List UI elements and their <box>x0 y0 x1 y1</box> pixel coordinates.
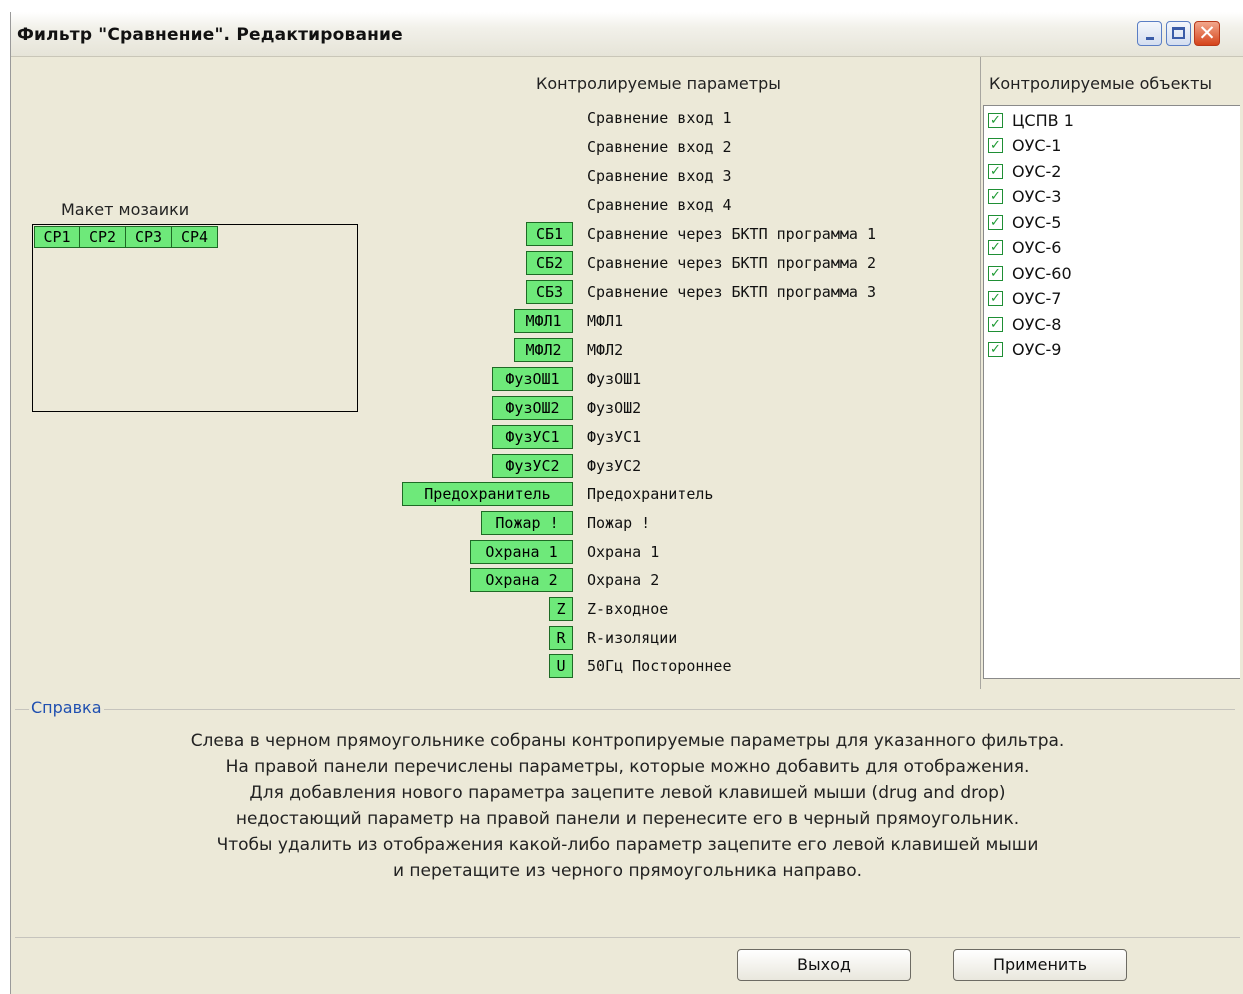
checkbox-checked-icon[interactable]: ✓ <box>988 291 1003 306</box>
apply-button[interactable]: Применить <box>953 949 1127 981</box>
help-line: Для добавления нового параметра зацепите… <box>249 783 1006 803</box>
maximize-icon <box>1172 27 1185 39</box>
param-label: Охрана 2 <box>587 571 660 589</box>
param-tag[interactable]: Предохранитель <box>402 482 573 506</box>
param-label: ФузУС1 <box>587 428 642 446</box>
param-label: Сравнение через БКТП программа 1 <box>587 225 876 243</box>
param-label: ФузУС2 <box>587 457 642 475</box>
mosaic-cell[interactable]: СР2 <box>79 226 126 248</box>
param-tag[interactable]: Z <box>549 597 573 621</box>
param-tag[interactable]: СБ3 <box>526 280 573 304</box>
param-label: Предохранитель <box>587 485 714 503</box>
help-line: и перетащите из черного прямоугольника н… <box>392 861 863 881</box>
param-tag[interactable]: Охрана 2 <box>470 568 573 592</box>
help-line: На правой панели перечислены параметры, … <box>225 757 1030 777</box>
help-line: недостающий параметр на правой панели и … <box>235 809 1020 829</box>
param-tag[interactable]: ФузУС1 <box>492 425 573 449</box>
mosaic-label: Макет мозаики <box>61 200 190 219</box>
footer-divider <box>15 937 1240 938</box>
checkbox-checked-icon[interactable]: ✓ <box>988 342 1003 357</box>
close-icon: ✕ <box>1198 21 1216 45</box>
object-label: ОУС-1 <box>1012 136 1062 155</box>
param-tag[interactable]: R <box>549 626 573 650</box>
objects-title: Контролируемые объекты <box>989 74 1213 93</box>
param-label: ФузОШ2 <box>587 399 642 417</box>
param-tag[interactable]: Пожар ! <box>481 511 573 535</box>
param-label: МФЛ2 <box>587 341 624 359</box>
param-label: Сравнение через БКТП программа 3 <box>587 283 876 301</box>
object-label: ОУС-60 <box>1012 264 1072 283</box>
checkbox-checked-icon[interactable]: ✓ <box>988 215 1003 230</box>
object-label: ОУС-9 <box>1012 340 1062 359</box>
param-tag[interactable]: МФЛ2 <box>514 338 573 362</box>
objects-panel: Контролируемые объекты ✓ ЦСПВ 1 ✓ ОУС-1 … <box>980 57 1243 689</box>
checkbox-checked-icon[interactable]: ✓ <box>988 240 1003 255</box>
maximize-button[interactable] <box>1166 21 1191 46</box>
help-group-border <box>15 709 1235 710</box>
mosaic-cell[interactable]: СР4 <box>171 226 218 248</box>
checkbox-checked-icon[interactable]: ✓ <box>988 317 1003 332</box>
param-tag[interactable]: U <box>549 654 573 678</box>
checkbox-checked-icon[interactable]: ✓ <box>988 164 1003 179</box>
param-label: Сравнение вход 3 <box>587 167 732 185</box>
param-tag[interactable]: Охрана 1 <box>470 540 573 564</box>
param-tag[interactable]: ФузОШ1 <box>492 367 573 391</box>
checkbox-checked-icon[interactable]: ✓ <box>988 189 1003 204</box>
minimize-button[interactable] <box>1137 21 1162 46</box>
param-tag[interactable]: МФЛ1 <box>514 309 573 333</box>
filter-edit-window: Фильтр "Сравнение". Редактирование ✕ Мак… <box>10 12 1243 994</box>
help-line: Слева в черном прямоугольнике собраны ко… <box>190 731 1065 751</box>
mosaic-cell[interactable]: СР3 <box>125 226 172 248</box>
param-tag[interactable]: СБ1 <box>526 222 573 246</box>
object-label: ЦСПВ 1 <box>1012 111 1074 130</box>
object-label: ОУС-3 <box>1012 187 1062 206</box>
object-label: ОУС-7 <box>1012 289 1062 308</box>
close-button[interactable]: ✕ <box>1194 21 1220 46</box>
param-label: Сравнение через БКТП программа 2 <box>587 254 876 272</box>
mosaic-cell[interactable]: СР1 <box>34 226 80 248</box>
objects-list[interactable]: ✓ ЦСПВ 1 ✓ ОУС-1 ✓ ОУС-2 ✓ ОУС-3 ✓ ОУС-5… <box>983 105 1240 679</box>
param-label: Сравнение вход 4 <box>587 196 732 214</box>
checkbox-checked-icon[interactable]: ✓ <box>988 138 1003 153</box>
mosaic-drop-area[interactable]: СР1 СР2 СР3 СР4 <box>32 224 358 412</box>
param-label: ФузОШ1 <box>587 370 642 388</box>
object-label: ОУС-5 <box>1012 213 1062 232</box>
object-label: ОУС-8 <box>1012 315 1062 334</box>
param-tag[interactable]: ФузУС2 <box>492 454 573 478</box>
param-label: R-изоляции <box>587 629 678 647</box>
checkbox-checked-icon[interactable]: ✓ <box>988 113 1003 128</box>
exit-button[interactable]: Выход <box>737 949 911 981</box>
help-line: Чтобы удалить из отображения какой-либо … <box>216 835 1039 855</box>
params-title: Контролируемые параметры <box>536 74 781 93</box>
window-title: Фильтр "Сравнение". Редактирование <box>17 25 403 45</box>
param-tag[interactable]: ФузОШ2 <box>492 396 573 420</box>
object-label: ОУС-2 <box>1012 162 1062 181</box>
minimize-icon <box>1146 37 1154 40</box>
object-label: ОУС-6 <box>1012 238 1062 257</box>
param-label: МФЛ1 <box>587 312 624 330</box>
param-label: Пожар ! <box>587 514 651 532</box>
param-label: Охрана 1 <box>587 543 660 561</box>
param-label: Сравнение вход 2 <box>587 138 732 156</box>
title-bar[interactable]: Фильтр "Сравнение". Редактирование ✕ <box>11 12 1243 57</box>
checkbox-checked-icon[interactable]: ✓ <box>988 266 1003 281</box>
help-title: Справка <box>29 698 104 717</box>
param-label: Сравнение вход 1 <box>587 109 732 127</box>
param-label: Z-входное <box>587 600 669 618</box>
param-label: 50Гц Постороннее <box>587 657 732 675</box>
param-tag[interactable]: СБ2 <box>526 251 573 275</box>
